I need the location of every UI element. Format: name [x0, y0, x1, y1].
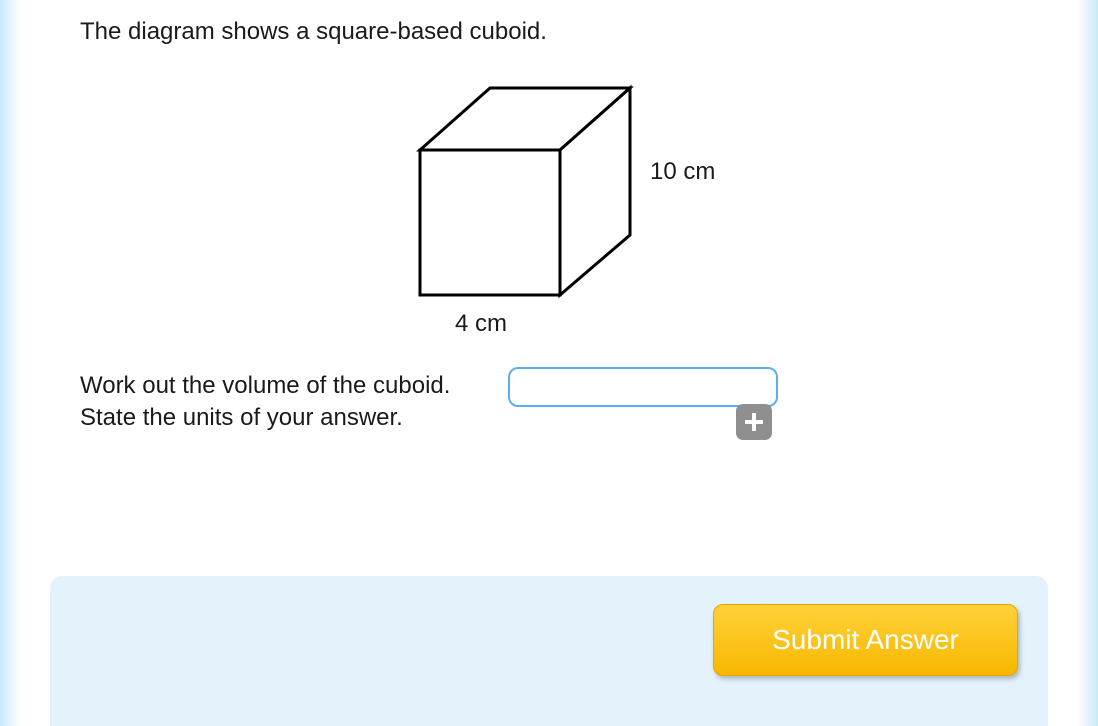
add-answer-box-button[interactable]	[736, 404, 772, 440]
diagram-height-label: 10 cm	[650, 158, 715, 186]
submit-label: Submit Answer	[772, 624, 959, 656]
task-line-2: State the units of your answer.	[80, 402, 450, 434]
submit-answer-button[interactable]: Submit Answer	[713, 604, 1018, 676]
question-intro-text: The diagram shows a square-based cuboid.	[80, 18, 547, 46]
question-panel: The diagram shows a square-based cuboid.…	[0, 0, 1098, 726]
task-line-1: Work out the volume of the cuboid.	[80, 370, 450, 402]
question-task-text: Work out the volume of the cuboid. State…	[80, 370, 450, 435]
cuboid-diagram	[380, 70, 720, 330]
plus-icon	[743, 411, 765, 433]
answer-input[interactable]	[508, 367, 778, 407]
diagram-width-label: 4 cm	[455, 310, 507, 338]
